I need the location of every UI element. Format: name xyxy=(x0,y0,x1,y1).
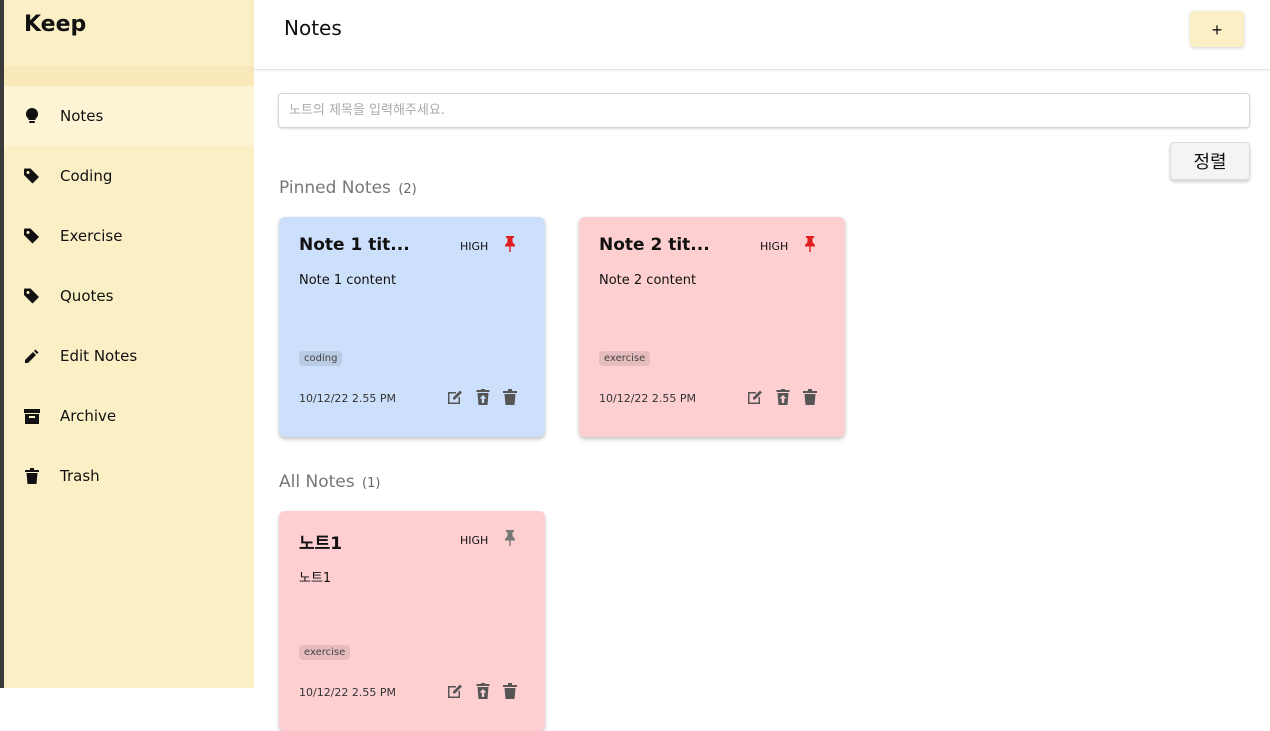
sidebar-item-label: Coding xyxy=(60,167,113,185)
archive-icon[interactable] xyxy=(475,683,491,699)
note-card[interactable]: Note 2 tit... HIGH Note 2 content exerci… xyxy=(579,217,845,437)
archive-icon xyxy=(24,408,40,424)
brand-logo: Keep xyxy=(24,12,87,37)
add-note-button[interactable]: + xyxy=(1190,11,1244,47)
note-card[interactable]: 노트1 HIGH 노트1 exercise 10/12/22 2.55 PM xyxy=(279,511,545,731)
tag-icon xyxy=(24,168,40,184)
edit-icon[interactable] xyxy=(747,389,763,405)
trash-icon[interactable] xyxy=(503,683,519,699)
sidebar-item-trash[interactable]: Trash xyxy=(4,446,254,506)
pin-icon[interactable] xyxy=(503,530,517,546)
sort-button[interactable]: 정렬 xyxy=(1170,142,1250,180)
trash-icon[interactable] xyxy=(503,389,519,405)
all-notes-heading: All Notes (1) xyxy=(279,472,380,492)
sidebar-item-label: Exercise xyxy=(60,227,123,245)
note-tag[interactable]: exercise xyxy=(599,351,651,366)
sidebar-item-exercise[interactable]: Exercise xyxy=(4,206,254,266)
priority-label: HIGH xyxy=(460,240,489,253)
pin-icon[interactable] xyxy=(803,236,817,252)
tag-icon xyxy=(24,228,40,244)
note-content: 노트1 xyxy=(299,571,332,586)
note-tag[interactable]: exercise xyxy=(299,645,351,660)
section-count: (1) xyxy=(362,476,381,491)
archive-icon[interactable] xyxy=(775,389,791,405)
note-title: 노트1 xyxy=(299,534,343,554)
top-bar: Notes + xyxy=(254,0,1270,70)
note-title: Note 1 tit... xyxy=(299,235,410,255)
sidebar: Keep Notes Coding Exercise Quotes Edit N… xyxy=(0,0,254,688)
trash-icon xyxy=(24,468,40,484)
sidebar-item-notes[interactable]: Notes xyxy=(4,86,254,146)
sidebar-item-label: Quotes xyxy=(60,287,114,305)
trash-icon[interactable] xyxy=(803,389,819,405)
note-date: 10/12/22 2.55 PM xyxy=(299,392,397,405)
pinned-notes-heading: Pinned Notes (2) xyxy=(279,178,417,198)
section-title: All Notes xyxy=(279,472,355,492)
note-card[interactable]: Note 1 tit... HIGH Note 1 content coding… xyxy=(279,217,545,437)
note-date: 10/12/22 2.55 PM xyxy=(599,392,697,405)
note-content: Note 2 content xyxy=(599,273,697,288)
lightbulb-icon xyxy=(24,108,40,124)
pencil-icon xyxy=(24,348,40,364)
sidebar-item-edit-notes[interactable]: Edit Notes xyxy=(4,326,254,386)
sidebar-item-coding[interactable]: Coding xyxy=(4,146,254,206)
tag-icon xyxy=(24,288,40,304)
priority-label: HIGH xyxy=(460,534,489,547)
note-title: Note 2 tit... xyxy=(599,235,710,255)
sidebar-item-archive[interactable]: Archive xyxy=(4,386,254,446)
sidebar-item-label: Notes xyxy=(60,107,104,125)
edit-icon[interactable] xyxy=(447,683,463,699)
sidebar-item-label: Archive xyxy=(60,407,117,425)
note-content: Note 1 content xyxy=(299,273,397,288)
search-input[interactable] xyxy=(278,93,1250,128)
note-tag[interactable]: coding xyxy=(299,351,343,366)
page-title: Notes xyxy=(284,16,342,40)
section-count: (2) xyxy=(398,182,417,197)
brand-divider xyxy=(4,66,254,86)
priority-label: HIGH xyxy=(760,240,789,253)
sidebar-item-label: Trash xyxy=(60,467,100,485)
sidebar-item-quotes[interactable]: Quotes xyxy=(4,266,254,326)
pin-icon[interactable] xyxy=(503,236,517,252)
archive-icon[interactable] xyxy=(475,389,491,405)
sidebar-item-label: Edit Notes xyxy=(60,347,138,365)
edit-icon[interactable] xyxy=(447,389,463,405)
section-title: Pinned Notes xyxy=(279,178,391,198)
